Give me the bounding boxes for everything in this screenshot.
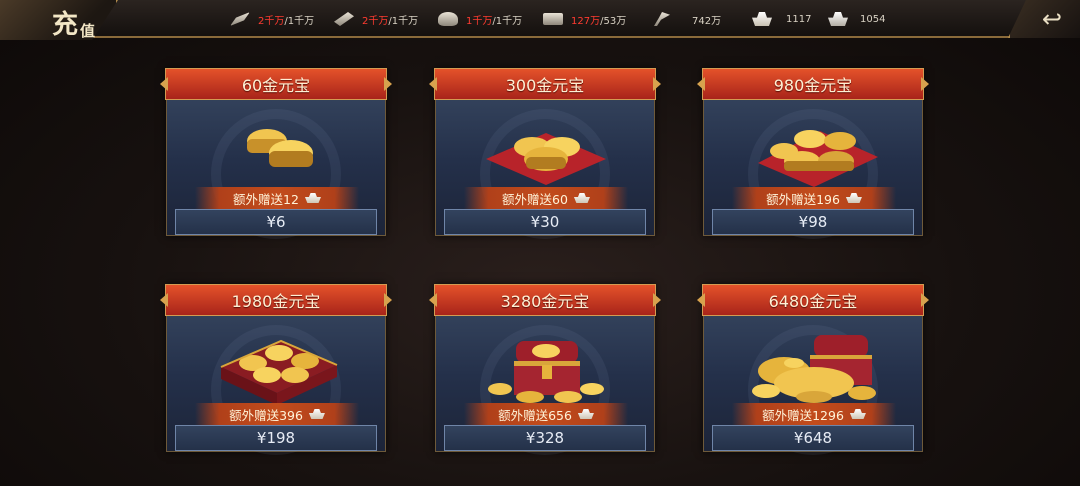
price-button[interactable]: ¥328: [444, 425, 646, 451]
resource-wood-max: /1千万: [388, 15, 419, 27]
price-button[interactable]: ¥98: [712, 209, 914, 235]
page-title: 充值: [52, 4, 97, 41]
gold-ingot-pile-icon: [486, 133, 606, 185]
resource-grain-current: 2千万: [258, 15, 285, 27]
resource-iron-max: /53万: [600, 15, 627, 27]
return-arrow-icon: ↩: [1041, 5, 1063, 33]
bonus-text: 额外赠送656: [498, 407, 572, 423]
gold-ingot-pile-icon: [758, 130, 878, 187]
resource-silver-ingot: 1054: [828, 9, 885, 29]
package-title: 3280金元宝: [434, 284, 656, 316]
bonus-ribbon: 额外赠送60: [464, 187, 628, 209]
bonus-ribbon: 额外赠送12: [195, 187, 359, 209]
ingot-icon: [577, 409, 594, 419]
treasure-chest-icon: [488, 341, 604, 403]
resource-stone-current: 1千万: [466, 15, 493, 27]
resource-silver-ingot-value: 1054: [860, 13, 886, 25]
ingot-icon: [308, 409, 325, 419]
page-title-sub: 值: [80, 22, 98, 40]
back-button[interactable]: ↩: [1008, 0, 1080, 38]
package-card-5[interactable]: 3280金元宝 额外赠送656 ¥328: [434, 284, 656, 455]
price-button[interactable]: ¥648: [712, 425, 914, 451]
treasure-chest-overflow-icon: [752, 335, 876, 403]
package-card-1[interactable]: 60金元宝 额外赠送12 ¥6: [165, 68, 387, 239]
package-title: 1980金元宝: [165, 284, 387, 316]
ingot-icon: [573, 193, 590, 203]
top-bar: 充值 2千万 /1千万 2千万 /1千万 1千万 /1千万 127万 /53万 …: [0, 0, 1080, 41]
package-title: 6480金元宝: [702, 284, 924, 316]
stone-icon: [438, 12, 458, 26]
price-button[interactable]: ¥198: [175, 425, 377, 451]
bonus-ribbon: 额外赠送656: [464, 403, 628, 425]
gold-ingot-pile-icon: [247, 129, 313, 167]
package-title: 60金元宝: [165, 68, 387, 100]
iron-icon: [543, 13, 563, 25]
mine-icon: [654, 12, 670, 26]
resource-wood-current: 2千万: [362, 15, 389, 27]
resource-grain: 2千万 /1千万: [230, 9, 314, 29]
price-button[interactable]: ¥30: [444, 209, 646, 235]
wood-icon: [334, 12, 354, 26]
resource-gold-ingot-value: 1117: [786, 13, 812, 25]
package-title: 300金元宝: [434, 68, 656, 100]
price-button[interactable]: ¥6: [175, 209, 377, 235]
resource-wood: 2千万 /1千万: [334, 9, 418, 29]
bonus-text: 额外赠送196: [766, 191, 840, 207]
bonus-text: 额外赠送1296: [762, 407, 844, 423]
resource-stone: 1千万 /1千万: [438, 9, 522, 29]
bonus-ribbon: 额外赠送396: [195, 403, 359, 425]
bonus-ribbon: 额外赠送1296: [732, 403, 896, 425]
ingot-icon: [845, 193, 862, 203]
package-card-3[interactable]: 980金元宝 额外赠送196 ¥98: [702, 68, 924, 239]
gold-ingot-box-icon: [220, 339, 338, 405]
gold-ingot-icon: [752, 12, 772, 26]
package-card-2[interactable]: 300金元宝 额外赠送60 ¥30: [434, 68, 656, 239]
resource-gold-ingot: 1117: [752, 9, 811, 29]
grain-icon: [230, 12, 250, 26]
resource-iron-current: 127万: [571, 15, 601, 27]
bonus-ribbon: 额外赠送196: [732, 187, 896, 209]
resource-mine-value: 742万: [692, 15, 722, 27]
package-title: 980金元宝: [702, 68, 924, 100]
ingot-icon: [304, 193, 321, 203]
bonus-text: 额外赠送60: [502, 191, 568, 207]
bonus-text: 额外赠送12: [233, 191, 299, 207]
resource-stone-max: /1千万: [492, 15, 523, 27]
resource-mine: 742万: [650, 9, 721, 29]
page-title-main: 充: [52, 10, 81, 40]
silver-ingot-icon: [828, 12, 848, 26]
resource-iron: 127万 /53万: [543, 9, 626, 29]
ingot-icon: [849, 409, 866, 419]
resource-grain-max: /1千万: [284, 15, 315, 27]
package-card-6[interactable]: 6480金元宝 额外赠送1296 ¥648: [702, 284, 924, 455]
bonus-text: 额外赠送396: [229, 407, 303, 423]
package-card-4[interactable]: 1980金元宝 额外赠送396 ¥198: [165, 284, 387, 455]
